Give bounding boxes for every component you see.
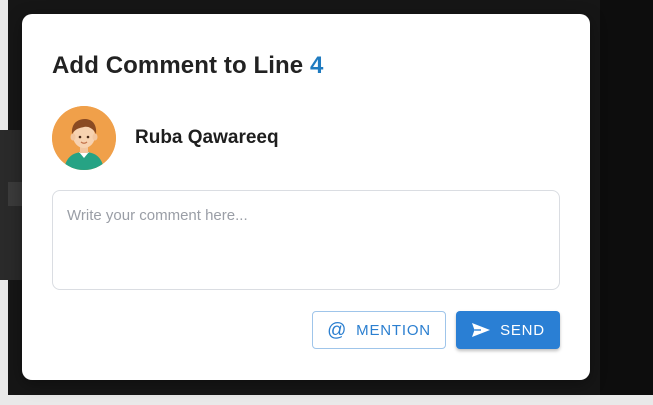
send-button[interactable]: SEND (456, 311, 560, 349)
backdrop-panel-detail (8, 182, 22, 206)
dialog-title-text: Add Comment to Line (52, 52, 304, 79)
send-button-label: SEND (500, 321, 545, 339)
mention-button-label: MENTION (356, 321, 431, 339)
line-number: 4 (310, 52, 324, 79)
comment-input[interactable] (52, 190, 560, 290)
user-name: Ruba Qawareeq (135, 127, 279, 148)
backdrop-bottom-strip (8, 395, 653, 405)
dialog-title: Add Comment to Line 4 (52, 52, 323, 80)
backdrop-right-panel (600, 0, 653, 405)
at-sign-icon: @ (327, 319, 348, 341)
add-comment-dialog: Add Comment to Line 4 Ruba Qawareeq Writ… (22, 14, 590, 380)
user-avatar-icon (52, 106, 116, 170)
send-icon (471, 322, 491, 338)
mention-button[interactable]: @ MENTION (312, 311, 446, 349)
